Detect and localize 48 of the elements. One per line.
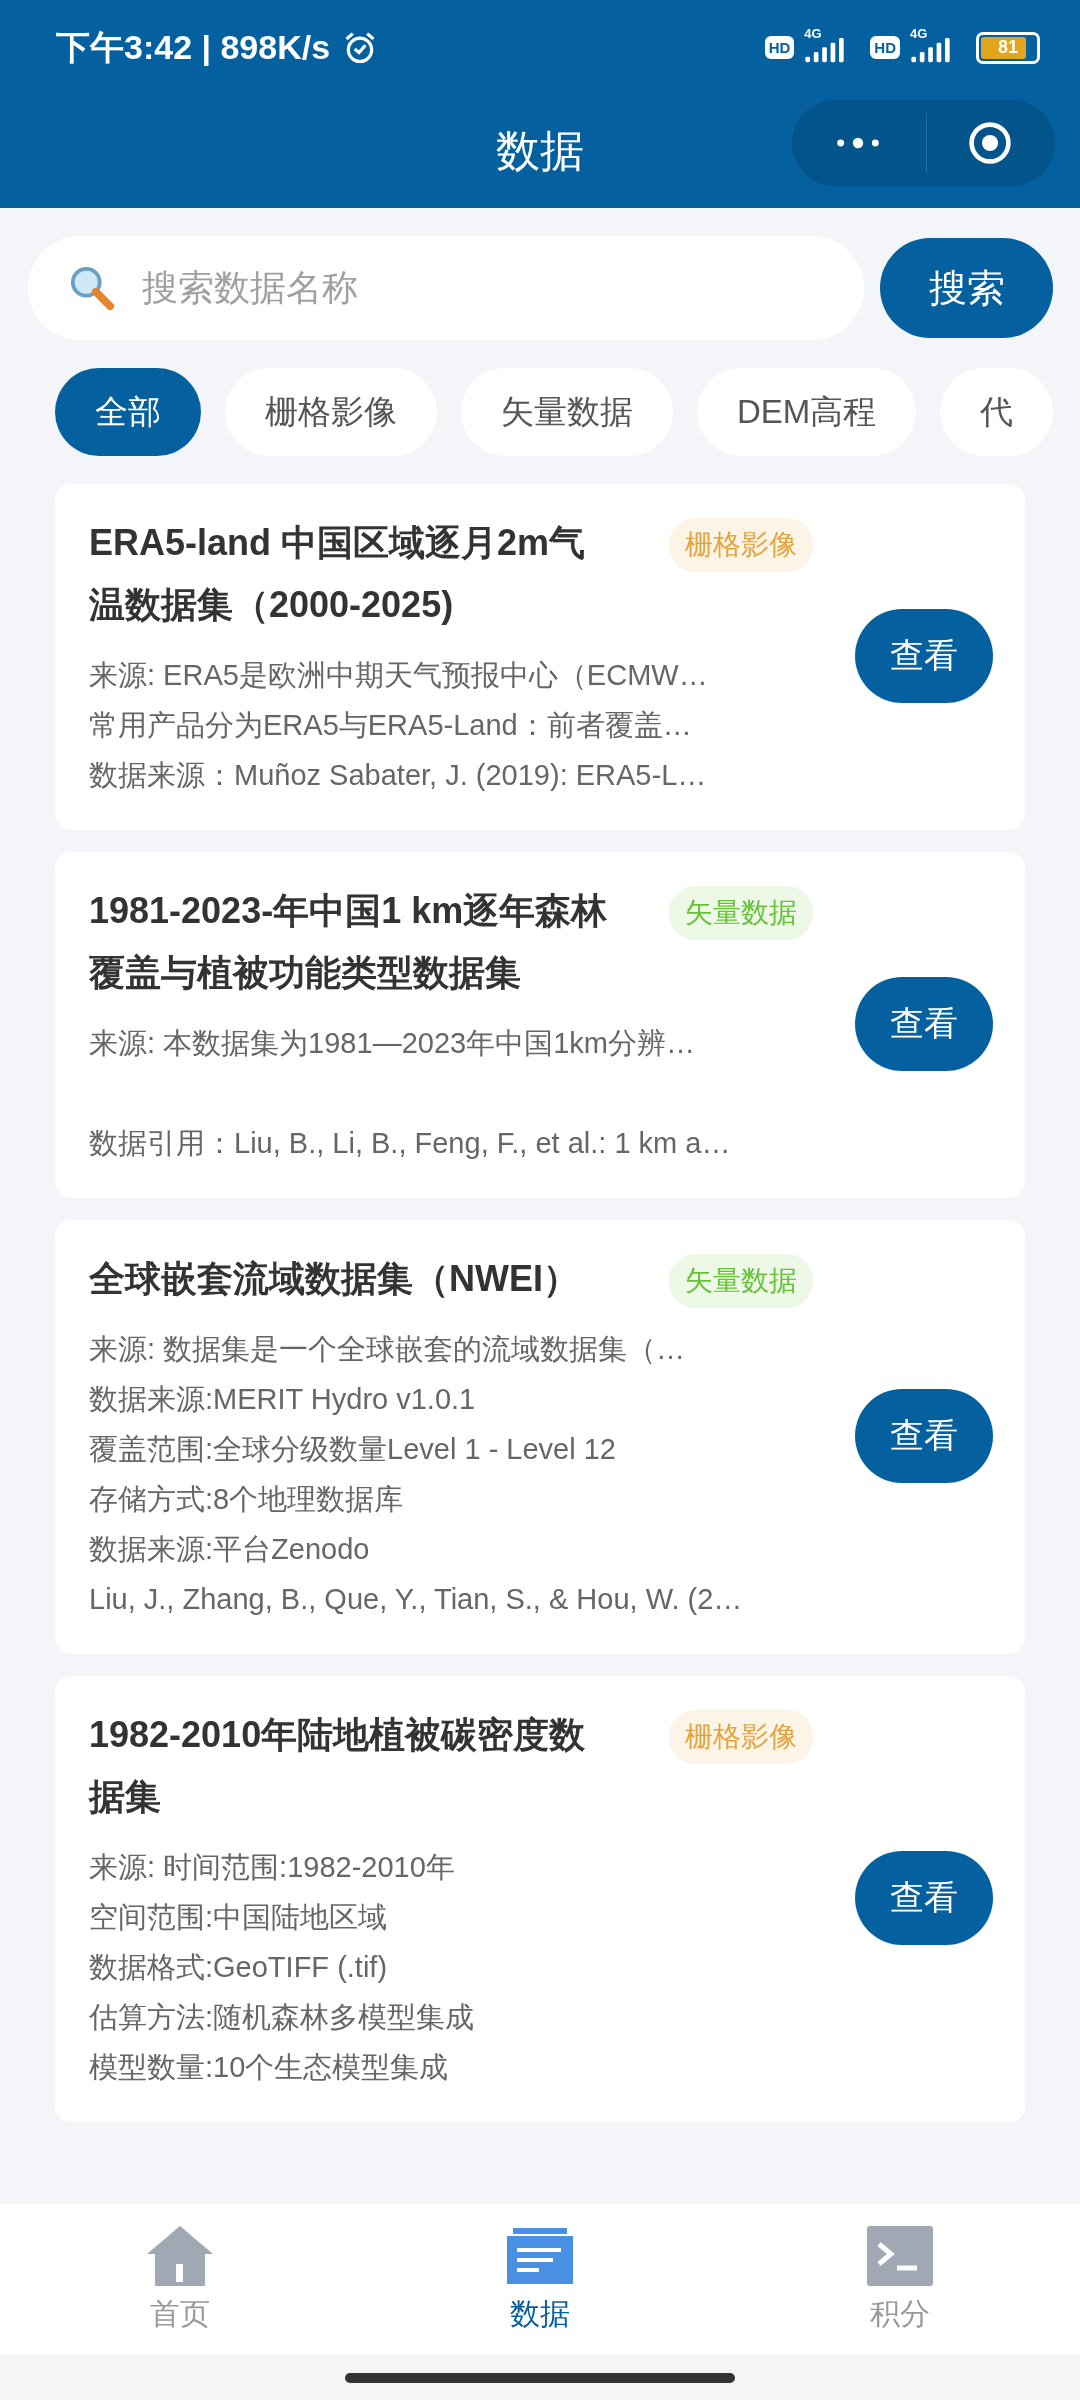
tab-bar-item[interactable]: 数据 <box>360 2204 720 2355</box>
target-icon[interactable] <box>967 120 1013 166</box>
search-field[interactable]: 搜索数据名称 <box>28 236 864 340</box>
description-line: 常用产品分为ERA5与ERA5-Land：前者覆盖… <box>89 708 693 743</box>
page-title: 数据 <box>496 125 584 177</box>
network-type: 4G <box>910 25 928 41</box>
view-button[interactable]: 查看 <box>855 1389 993 1483</box>
filter-tab[interactable]: 全部 <box>55 368 201 456</box>
category-tag: 栅格影像 <box>669 1710 813 1764</box>
network-type: 4G <box>804 25 822 41</box>
battery-level: 81 <box>998 37 1018 58</box>
description-line: 来源: 本数据集为1981—2023年中国1km分辨… <box>89 1026 696 1061</box>
status-time: 下午3:42 | 898K/s <box>56 26 331 68</box>
dataset-title: 1981-2023-年中国1 km逐年森林覆盖与植被功能类型数据集 <box>89 889 609 995</box>
description-line: 模型数量:10个生态模型集成 <box>89 2050 450 2085</box>
hd-badge: HD <box>870 36 900 59</box>
category-tag: 栅格影像 <box>669 518 813 572</box>
filter-tab[interactable]: 矢量数据 <box>461 368 673 456</box>
filter-tab[interactable]: 栅格影像 <box>225 368 437 456</box>
hd-badge: HD <box>764 36 795 59</box>
search-button[interactable]: 搜索 <box>880 238 1053 338</box>
dataset-title: 1982-2010年陆地植被碳密度数据集 <box>89 1713 587 1819</box>
description-line: 数据来源:平台Zenodo <box>89 1532 371 1567</box>
dataset-title: ERA5-land 中国区域逐月2m气温数据集（2000-2025) <box>89 521 587 627</box>
house-icon <box>145 2224 215 2288</box>
description-line: 估算方法:随机森林多模型集成 <box>89 2000 476 2035</box>
dataset-title: 全球嵌套流域数据集（NWEI） <box>89 1257 580 1301</box>
description-line: 数据来源：Muñoz Sabater, J. (2019): ERA5-L… <box>89 758 708 793</box>
filter-tab[interactable]: DEM高程 <box>697 368 917 456</box>
description-line: 来源: 数据集是一个全球嵌套的流域数据集（… <box>89 1332 687 1367</box>
magnifier-icon <box>68 264 116 312</box>
search-input[interactable]: 搜索数据名称 <box>142 248 824 328</box>
view-button[interactable]: 查看 <box>855 609 993 703</box>
category-tag: 矢量数据 <box>669 886 813 940</box>
description-line: 存储方式:8个地理数据库 <box>89 1482 405 1517</box>
description-line: Liu, J., Zhang, B., Que, Y., Tian, S., & Hou, W. (2… <box>89 1582 744 1617</box>
view-button[interactable]: 查看 <box>855 1851 993 1945</box>
description-line: 空间范围:中国陆地区域 <box>89 1900 389 1935</box>
category-tag: 矢量数据 <box>669 1254 813 1308</box>
description-line: 数据来源:MERIT Hydro v1.0.1 <box>89 1382 477 1417</box>
filter-tab[interactable]: 代 <box>940 368 1054 456</box>
description-line: 来源: 时间范围:1982-2010年 <box>89 1850 456 1885</box>
description-line: 覆盖范围:全球分级数量Level 1 - Level 12 <box>89 1432 617 1467</box>
description-line: 数据引用：Liu, B., Li, B., Feng, F., et al.: 1 km a… <box>89 1126 732 1161</box>
view-button[interactable]: 查看 <box>855 977 993 1071</box>
description-line: 来源: ERA5是欧洲中期天气预报中心（ECMW… <box>89 658 709 693</box>
description-line: 数据格式:GeoTIFF (.tif) <box>89 1950 389 1985</box>
terminal-icon <box>865 2224 935 2288</box>
